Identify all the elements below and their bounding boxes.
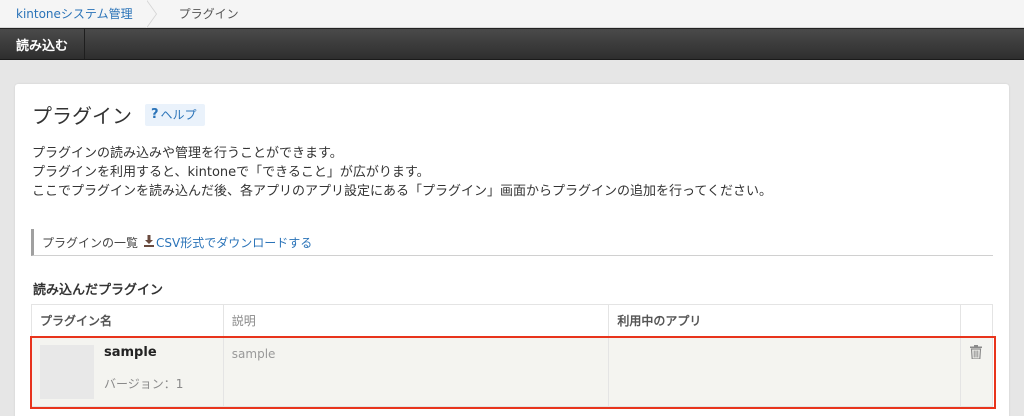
column-header-actions (959, 304, 994, 337)
import-button[interactable]: 読み込む (0, 29, 86, 59)
page-description: プラグインの読み込みや管理を行うことができます。 プラグインを利用すると、kin… (32, 144, 772, 201)
breadcrumb-root-item[interactable]: kintoneシステム管理 (0, 0, 147, 27)
download-icon[interactable] (144, 234, 155, 250)
plugin-table: プラグイン名 説明 利用中のアプリ sample バージョン：1 sample (31, 304, 994, 407)
column-header-apps: 利用中のアプリ (608, 304, 961, 337)
description-line: プラグインの読み込みや管理を行うことができます。 (32, 146, 343, 161)
trash-icon-svg (970, 345, 983, 360)
plugin-card: プラグイン ? ヘルプ プラグインの読み込みや管理を行うことができます。 プラグ… (15, 84, 1009, 416)
description-line: プラグインを利用すると、kintoneで「できること」が広がります。 (32, 165, 430, 180)
csv-download-link[interactable]: CSV形式でダウンロードする (156, 234, 312, 251)
plugin-name: sample (104, 345, 157, 360)
trash-icon[interactable] (970, 345, 983, 362)
section-title: 読み込んだプラグイン (33, 283, 164, 298)
breadcrumb-root-link[interactable]: kintoneシステム管理 (16, 5, 133, 22)
breadcrumb-current-item: プラグイン (159, 0, 253, 27)
plugin-actions-cell (959, 336, 994, 407)
plugin-name-cell: sample バージョン：1 (31, 336, 224, 407)
breadcrumb-separator (145, 0, 159, 28)
plugin-apps-cell (608, 336, 961, 407)
plugin-list-label: プラグインの一覧 (42, 235, 139, 250)
help-button[interactable]: ? ヘルプ (145, 103, 205, 126)
column-header-name: プラグイン名 (31, 304, 224, 337)
plugin-icon (40, 345, 94, 399)
breadcrumb-current: プラグイン (178, 7, 239, 21)
page-title: プラグイン (32, 104, 132, 128)
help-icon: ? (151, 107, 159, 122)
table-row: sample バージョン：1 sample (31, 336, 994, 407)
plugin-description-cell: sample (222, 336, 610, 407)
breadcrumb: kintoneシステム管理 プラグイン (0, 0, 1024, 28)
help-label: ヘルプ (160, 108, 197, 122)
plugin-description: sample (231, 347, 276, 361)
download-icon-svg (144, 234, 155, 247)
table-header-row: プラグイン名 説明 利用中のアプリ (31, 304, 994, 337)
plugin-list-bar: プラグインの一覧 CSV形式でダウンロードする (31, 229, 993, 256)
plugin-version: バージョン：1 (104, 377, 184, 391)
title-row: プラグイン ? ヘルプ (32, 100, 205, 129)
column-header-description: 説明 (222, 304, 610, 337)
description-line: ここでプラグインを読み込んだ後、各アプリのアプリ設定にある「プラグイン」画面から… (32, 184, 772, 199)
toolbar: 読み込む (0, 28, 1024, 60)
